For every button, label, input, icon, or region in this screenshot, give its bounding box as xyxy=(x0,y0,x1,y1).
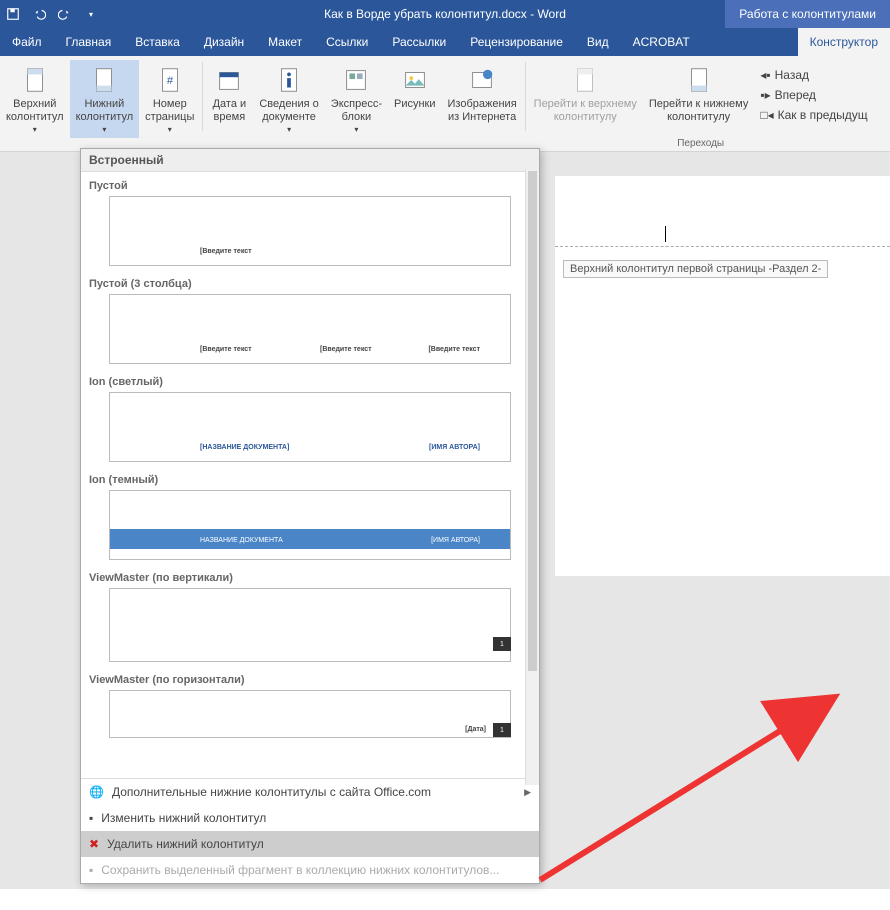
header-section-tag: Верхний колонтитул первой страницы -Разд… xyxy=(563,260,828,278)
remove-footer[interactable]: ✖ Удалить нижний колонтитул xyxy=(81,831,539,857)
save-selection: ▪ Сохранить выделенный фрагмент в коллек… xyxy=(81,857,539,883)
goto-footer-icon xyxy=(683,64,715,96)
link-icon: □◂ xyxy=(760,108,773,122)
goto-header-icon xyxy=(569,64,601,96)
tab-home[interactable]: Главная xyxy=(54,28,124,56)
globe-icon: 🌐 xyxy=(89,785,104,799)
tab-review[interactable]: Рецензирование xyxy=(458,28,575,56)
tab-references[interactable]: Ссылки xyxy=(314,28,380,56)
online-pictures-button[interactable]: Изображения из Интернета xyxy=(442,60,523,128)
more-footers-online[interactable]: 🌐 Дополнительные нижние колонтитулы с са… xyxy=(81,779,539,805)
goto-footer-button[interactable]: Перейти к нижнему колонтитулу xyxy=(643,60,754,128)
footer-icon xyxy=(88,64,120,96)
save-button[interactable] xyxy=(0,0,26,28)
undo-button[interactable] xyxy=(26,0,52,28)
gallery-item-vm-vert-title: ViewMaster (по вертикали) xyxy=(89,572,531,584)
doc-info-button[interactable]: Сведения о документе▾ xyxy=(253,60,324,138)
quick-access-toolbar: ▾ xyxy=(0,0,104,28)
tab-layout[interactable]: Макет xyxy=(256,28,314,56)
header-boundary xyxy=(555,246,890,247)
ribbon-tabs: Файл Главная Вставка Дизайн Макет Ссылки… xyxy=(0,28,890,56)
gallery-item-blank[interactable]: [Введите текст xyxy=(109,196,511,266)
qat-customize[interactable]: ▾ xyxy=(78,0,104,28)
next-icon: ▪▸ xyxy=(760,88,770,102)
tab-insert[interactable]: Вставка xyxy=(123,28,192,56)
gallery-item-ion-light[interactable]: [НАЗВАНИЕ ДОКУМЕНТА] [ИМЯ АВТОРА] xyxy=(109,392,511,462)
nav-forward[interactable]: ▪▸Вперед xyxy=(758,86,869,104)
gallery-item-vm-horiz-title: ViewMaster (по горизонтали) xyxy=(89,674,531,686)
gallery-item-ion-dark-title: Ion (темный) xyxy=(89,474,531,486)
ribbon: Верхний колонтитул▾ Нижний колонтитул▾ #… xyxy=(0,56,890,152)
header-button[interactable]: Верхний колонтитул▾ xyxy=(0,60,70,138)
calendar-icon xyxy=(213,64,245,96)
gallery-item-ion-light-title: Ion (светлый) xyxy=(89,376,531,388)
goto-header-button: Перейти к верхнему колонтитулу xyxy=(528,60,643,128)
text-cursor xyxy=(665,226,666,242)
gallery-item-blank3[interactable]: [Введите текст [Введите текст [Введите т… xyxy=(109,294,511,364)
gallery-item-blank3-title: Пустой (3 столбца) xyxy=(89,278,531,290)
page[interactable]: Верхний колонтитул первой страницы -Разд… xyxy=(555,176,890,576)
submenu-arrow-icon: ▶ xyxy=(524,787,531,798)
gallery-item-vm-vert[interactable]: 1 xyxy=(109,588,511,662)
title-bar: ▾ Как в Ворде убрать колонтитул.docx - W… xyxy=(0,0,890,28)
header-icon xyxy=(19,64,51,96)
tab-design-context[interactable]: Конструктор xyxy=(798,28,890,56)
vm-horiz-pagenum: 1 xyxy=(493,723,511,737)
picture-icon xyxy=(399,64,431,96)
tab-acrobat[interactable]: ACROBAT xyxy=(621,28,702,56)
svg-text:#: # xyxy=(167,75,174,87)
gallery-footer-menu: 🌐 Дополнительные нижние колонтитулы с са… xyxy=(81,778,539,883)
vm-vert-pagenum: 1 xyxy=(493,637,511,651)
window-title: Как в Ворде убрать колонтитул.docx - Wor… xyxy=(324,7,566,21)
tab-view[interactable]: Вид xyxy=(575,28,621,56)
nav-back[interactable]: ◂▪Назад xyxy=(758,66,869,84)
date-time-button[interactable]: Дата и время xyxy=(205,60,253,128)
pictures-button[interactable]: Рисунки xyxy=(388,60,442,115)
contextual-tools-label: Работа с колонтитулами xyxy=(725,0,890,28)
info-icon xyxy=(273,64,305,96)
gallery-item-vm-horiz[interactable]: [Дата] 1 xyxy=(109,690,511,738)
footer-gallery-dropdown: Встроенный Пустой [Введите текст Пустой … xyxy=(80,148,540,884)
page-number-icon: # xyxy=(154,64,186,96)
tab-mailings[interactable]: Рассылки xyxy=(380,28,458,56)
edit-footer[interactable]: ▪ Изменить нижний колонтитул xyxy=(81,805,539,831)
online-picture-icon xyxy=(466,64,498,96)
redo-button[interactable] xyxy=(52,0,78,28)
gallery-scrollbar[interactable] xyxy=(525,169,539,785)
nav-group-label: Переходы xyxy=(677,138,724,149)
quick-parts-icon xyxy=(340,64,372,96)
tab-file[interactable]: Файл xyxy=(0,28,54,56)
delete-icon: ✖ xyxy=(89,837,99,851)
prev-icon: ◂▪ xyxy=(760,68,770,82)
gallery-item-ion-dark[interactable]: НАЗВАНИЕ ДОКУМЕНТА [ИМЯ АВТОРА] xyxy=(109,490,511,560)
link-to-previous[interactable]: □◂Как в предыдущ xyxy=(758,106,869,124)
tab-design[interactable]: Дизайн xyxy=(192,28,256,56)
page-number-button[interactable]: # Номер страницы▾ xyxy=(139,60,200,138)
quick-parts-button[interactable]: Экспресс- блоки▾ xyxy=(325,60,388,138)
gallery-item-blank-title: Пустой xyxy=(89,180,531,192)
footer-button[interactable]: Нижний колонтитул▾ xyxy=(70,60,140,138)
edit-icon: ▪ xyxy=(89,811,93,825)
gallery-header: Встроенный xyxy=(81,149,539,172)
save-icon: ▪ xyxy=(89,863,93,877)
